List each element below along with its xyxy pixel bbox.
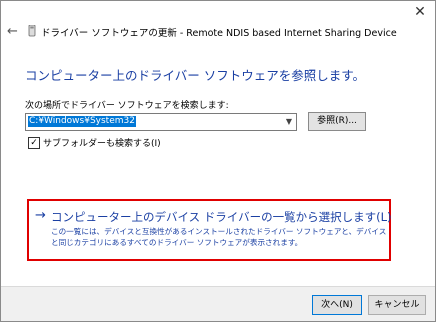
browse-button[interactable]: 参照(R)... <box>308 112 366 131</box>
pick-from-list-description: この一覧には、デバイスと互換性があるインストールされたドライバー ソフトウェアと… <box>51 227 387 247</box>
page-heading: コンピューター上のドライバー ソフトウェアを参照します。 <box>25 68 365 83</box>
driver-update-window: ✕ ← ドライバー ソフトウェアの更新 - Remote NDIS based … <box>0 0 436 322</box>
path-input-value[interactable]: C:¥Windows¥System32 <box>28 116 136 127</box>
search-location-label: 次の場所でドライバー ソフトウェアを検索します: <box>25 101 229 111</box>
subfolder-checkbox[interactable]: ✓ <box>28 137 40 149</box>
next-button[interactable]: 次へ(N) <box>312 295 362 315</box>
arrow-right-icon: → <box>35 208 46 223</box>
subfolder-label[interactable]: サブフォルダーも検索する(I) <box>43 136 161 149</box>
pick-from-list-link[interactable]: コンピューター上のデバイス ドライバーの一覧から選択します(L) <box>51 209 391 225</box>
path-combobox[interactable]: C:¥Windows¥System32 ▼ <box>25 113 297 131</box>
window-title: ドライバー ソフトウェアの更新 - Remote NDIS based Inte… <box>41 28 397 39</box>
device-icon <box>28 25 36 37</box>
pick-from-list-option[interactable]: → コンピューター上のデバイス ドライバーの一覧から選択します(L) この一覧に… <box>27 199 391 261</box>
chevron-down-icon[interactable]: ▼ <box>283 115 295 129</box>
dialog-footer: 次へ(N) キャンセル <box>1 286 435 321</box>
close-icon[interactable]: ✕ <box>409 3 431 21</box>
back-arrow-icon[interactable]: ← <box>7 25 21 39</box>
cancel-button[interactable]: キャンセル <box>368 295 426 315</box>
